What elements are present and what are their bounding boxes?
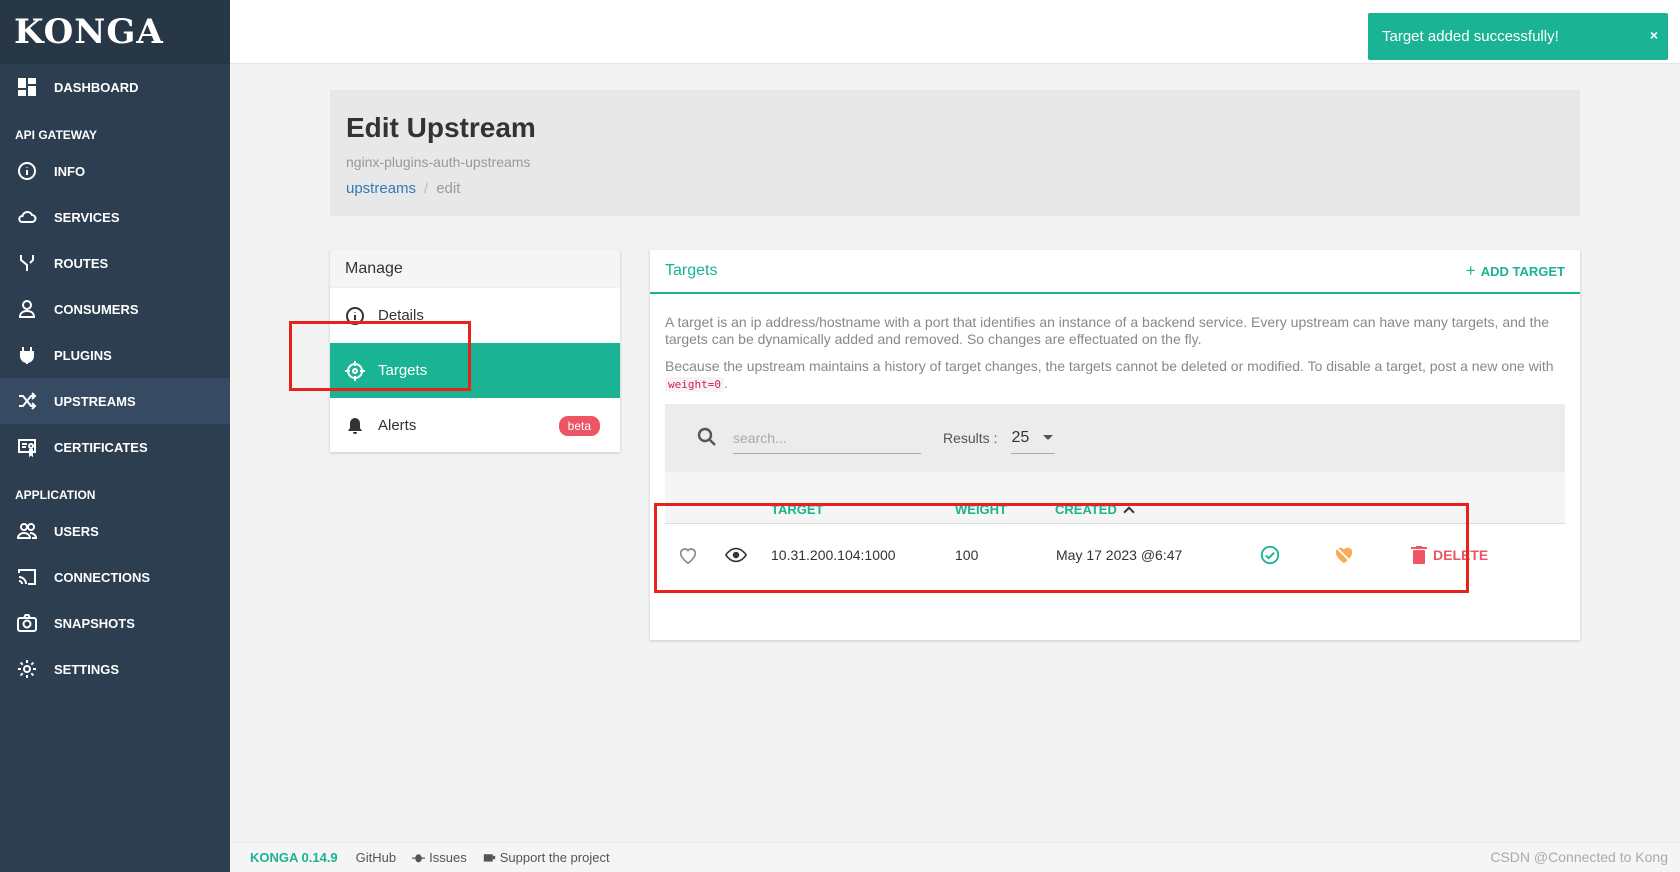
caret-down-icon [1043, 435, 1054, 440]
sidebar-item-label: CONSUMERS [54, 301, 139, 317]
sidebar: KONGA DASHBOARD API GATEWAY INFO SERVICE… [0, 0, 230, 872]
sidebar-item-plugins[interactable]: PLUGINS [0, 332, 230, 378]
sidebar-item-label: SERVICES [54, 209, 120, 225]
routes-icon [16, 252, 38, 274]
breadcrumb: upstreams / edit [346, 180, 1564, 197]
cast-icon [16, 566, 38, 588]
sidebar-item-label: SETTINGS [54, 661, 120, 677]
sidebar-item-upstreams[interactable]: UPSTREAMS [0, 378, 230, 424]
highlight-targets-tab [289, 321, 471, 391]
sidebar-item-settings[interactable]: SETTINGS [0, 646, 230, 692]
sidebar-item-connections[interactable]: CONNECTIONS [0, 554, 230, 600]
sidebar-item-info[interactable]: INFO [0, 148, 230, 194]
certificate-icon [16, 436, 38, 458]
sidebar-item-certificates[interactable]: CERTIFICATES [0, 424, 230, 470]
targets-note-text: Because the upstream maintains a history… [665, 358, 1554, 374]
targets-description: A target is an ip address/hostname with … [665, 314, 1550, 347]
sidebar-item-label: PLUGINS [54, 347, 112, 363]
toast-message: Target added successfully! [1382, 28, 1559, 45]
sidebar-item-label: USERS [54, 523, 99, 539]
targets-note: Because the upstream maintains a history… [650, 358, 1580, 393]
coffee-icon [483, 854, 495, 862]
weight-code: weight=0 [665, 377, 724, 392]
add-target-button[interactable]: + ADD TARGET [1466, 261, 1565, 281]
success-toast[interactable]: Target added successfully! × [1368, 13, 1668, 60]
github-link[interactable]: GitHub [356, 850, 396, 865]
support-link[interactable]: Support the project [483, 850, 610, 865]
footer: KONGA 0.14.9 GitHub Issues Support the p… [230, 842, 1680, 872]
results-value: 25 [1011, 428, 1030, 446]
results-label: Results : [943, 430, 998, 446]
results-select[interactable]: 25 [1011, 422, 1056, 454]
highlight-target-row [654, 503, 1469, 593]
table-toolbar: Results : 25 [665, 404, 1565, 472]
close-icon[interactable]: × [1650, 27, 1658, 43]
search-icon [697, 427, 719, 449]
manage-title: Manage [330, 250, 620, 288]
sidebar-item-label: SNAPSHOTS [54, 615, 135, 631]
sidebar-item-label: ROUTES [54, 255, 109, 271]
page-header: Edit Upstream nginx-plugins-auth-upstrea… [330, 90, 1580, 216]
breadcrumb-current: edit [436, 180, 461, 197]
issues-label: Issues [429, 850, 467, 865]
info-icon [16, 160, 38, 182]
version-label: KONGA 0.14.9 [250, 850, 338, 865]
shuffle-icon [16, 390, 38, 412]
breadcrumb-upstreams-link[interactable]: upstreams [346, 180, 416, 197]
targets-header: Targets + ADD TARGET [650, 250, 1580, 294]
sidebar-item-dashboard[interactable]: DASHBOARD [0, 64, 230, 110]
dashboard-icon [16, 76, 38, 98]
user-icon [16, 298, 38, 320]
sidebar-item-label: UPSTREAMS [54, 393, 136, 409]
sidebar-item-snapshots[interactable]: SNAPSHOTS [0, 600, 230, 646]
gear-icon [16, 658, 38, 680]
cloud-icon [16, 206, 38, 228]
targets-title: Targets [665, 262, 718, 279]
beta-badge: beta [558, 416, 600, 436]
search-input[interactable] [733, 422, 921, 454]
support-label: Support the project [499, 850, 610, 865]
targets-note-end: . [723, 375, 728, 391]
sidebar-item-label: DASHBOARD [54, 79, 139, 95]
plus-icon: + [1465, 261, 1476, 280]
sidebar-item-users[interactable]: USERS [0, 508, 230, 554]
bug-icon [412, 854, 426, 863]
section-api-gateway: API GATEWAY [15, 128, 98, 142]
sidebar-item-routes[interactable]: ROUTES [0, 240, 230, 286]
konga-logo[interactable]: KONGA [0, 0, 230, 64]
bell-icon [344, 415, 366, 437]
top-bar: Target added successfully! × [230, 0, 1680, 64]
watermark-text: CSDN @Connected to Kong [1490, 849, 1668, 865]
sidebar-item-services[interactable]: SERVICES [0, 194, 230, 240]
sidebar-item-label: CONNECTIONS [54, 569, 151, 585]
plug-icon [16, 344, 38, 366]
sidebar-item-label: CERTIFICATES [54, 439, 148, 455]
camera-icon [16, 612, 38, 634]
manage-item-alerts[interactable]: Alerts beta [330, 398, 620, 453]
issues-link[interactable]: Issues [412, 850, 467, 865]
manage-item-label: Alerts [378, 417, 417, 434]
sidebar-item-label: INFO [54, 163, 86, 179]
upstream-name: nginx-plugins-auth-upstreams [346, 154, 531, 170]
sidebar-item-consumers[interactable]: CONSUMERS [0, 286, 230, 332]
page-title: Edit Upstream [346, 112, 536, 143]
users-icon [16, 520, 38, 542]
add-target-label: ADD TARGET [1480, 264, 1565, 279]
section-application: APPLICATION [15, 488, 96, 502]
breadcrumb-separator: / [424, 180, 429, 197]
